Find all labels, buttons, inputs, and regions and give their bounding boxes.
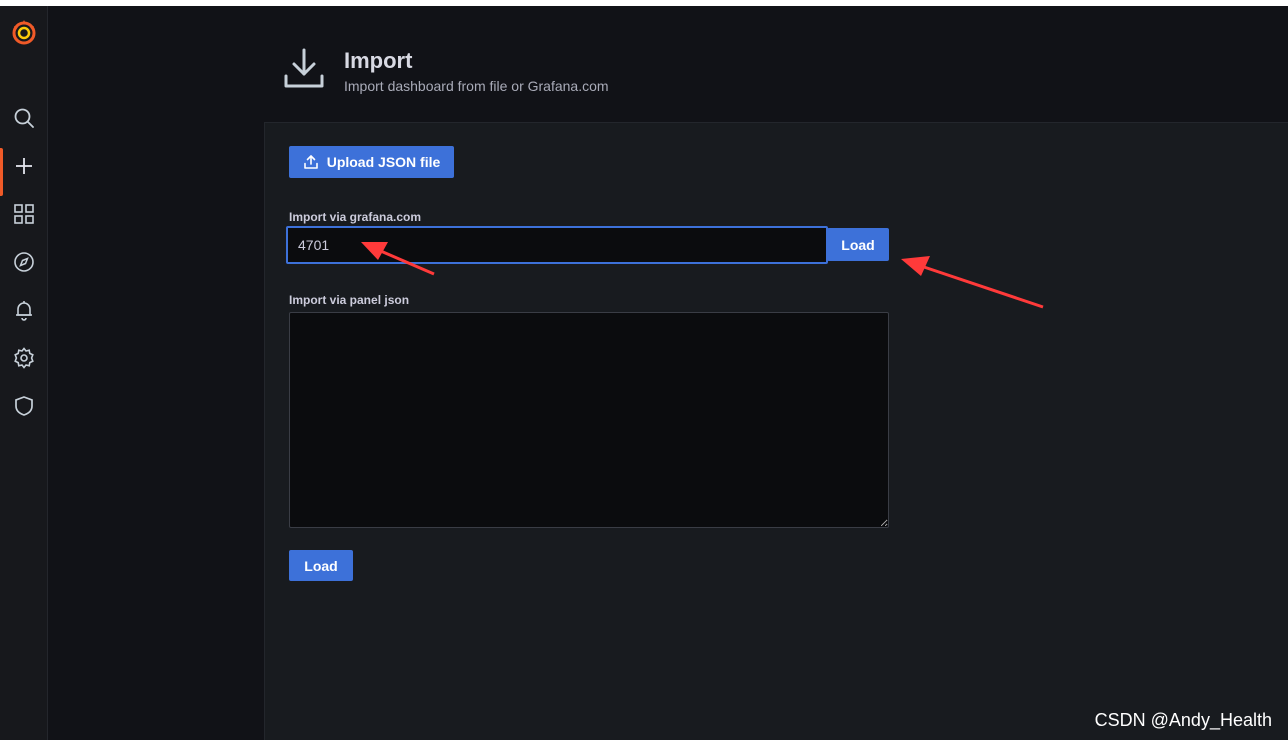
upload-icon [303,155,318,169]
panel-json-load-button[interactable]: Load [289,550,353,581]
panel-json-textarea[interactable] [289,312,889,528]
page-subtitle: Import dashboard from file or Grafana.co… [344,78,609,94]
plus-icon[interactable] [12,154,36,178]
upload-json-label: Upload JSON file [326,154,441,170]
active-nav-indicator [0,148,3,196]
explore-icon[interactable] [12,250,36,274]
sidebar [0,6,48,740]
search-icon[interactable] [12,106,36,130]
page-gutter [48,122,264,740]
page-title: Import [344,48,413,73]
grafana-com-id-input[interactable] [286,226,828,264]
import-icon [282,46,326,90]
panel-json-label: Import via panel json [289,293,410,307]
alerting-icon[interactable] [12,298,36,322]
grafana-com-load-button[interactable]: Load [827,228,889,261]
grafana-logo[interactable] [10,18,38,46]
watermark: CSDN @Andy_Health [1094,710,1272,730]
shield-icon[interactable] [12,394,36,418]
grafana-com-label: Import via grafana.com [289,210,422,224]
upload-json-button[interactable]: Upload JSON file [289,146,454,178]
configuration-icon[interactable] [12,346,36,370]
page-header: Import Import dashboard from file or Gra… [48,6,1288,122]
dashboards-icon[interactable] [12,202,36,226]
